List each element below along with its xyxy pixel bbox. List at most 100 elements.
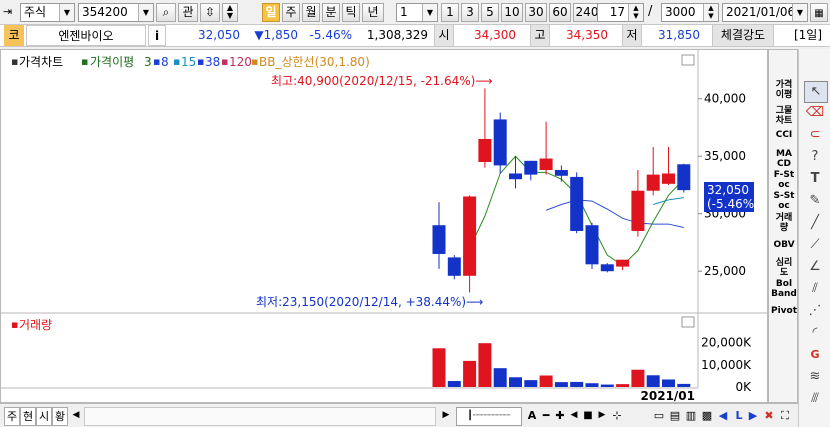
volume-bar[interactable] [554, 382, 568, 387]
fan-tool-icon[interactable]: ⋰ [804, 301, 826, 321]
candle-body[interactable] [585, 225, 599, 265]
scroll-left-icon[interactable]: ◀ [70, 407, 82, 424]
interval-preset-5[interactable]: 5 [481, 3, 499, 22]
sidebar-item-psychology[interactable]: 심리도 [769, 258, 799, 280]
volume-bar[interactable] [432, 348, 446, 387]
volume-bar[interactable] [646, 375, 660, 387]
tab-period-minute[interactable]: 분 [322, 3, 340, 22]
close-icon[interactable]: ✖ [762, 407, 776, 424]
zoom-in-icon[interactable]: ✚ [554, 407, 566, 424]
interval-preset-30[interactable]: 30 [525, 3, 547, 22]
log-scale-icon[interactable]: L [732, 407, 746, 424]
chart-canvas[interactable]: ▪ 가격차트 ▪ 가격이평 3 ▪ 8 ▪ 15 ▪ 38 ▪ 120 ▪ BB… [1, 50, 767, 402]
layout-icon[interactable]: ▥ [684, 407, 698, 424]
sidebar-item-volume[interactable]: 거래량 [769, 213, 799, 235]
sidebar-item-cci[interactable]: CCI [769, 130, 799, 142]
candle-body[interactable] [646, 174, 660, 191]
tab-period-week[interactable]: 주 [282, 3, 300, 22]
volume-bar[interactable] [524, 380, 538, 387]
volume-bar[interactable] [447, 381, 461, 387]
sidebar-item-macd[interactable]: MACD [769, 149, 799, 171]
tab-day-label[interactable]: [1일] [790, 25, 826, 46]
stock-code-input[interactable]: 354200 ▼ [78, 3, 154, 22]
candle-body[interactable] [432, 225, 446, 254]
stock-name[interactable]: 엔젠바이오 [26, 25, 146, 46]
magnet-tool-icon[interactable]: ⊂ [804, 125, 826, 145]
candle-body[interactable] [662, 173, 675, 184]
volume-bar[interactable] [539, 375, 553, 387]
interval-preset-60[interactable]: 60 [549, 3, 571, 22]
tab-period-year[interactable]: 년 [362, 3, 384, 22]
pane-menu-button[interactable] [681, 54, 695, 66]
brush-tool-icon[interactable]: ✎ [804, 191, 826, 211]
interval-select[interactable]: 1 ▼ [396, 3, 438, 22]
candle-body[interactable] [677, 164, 691, 191]
fullscreen-icon[interactable]: ⛶ [778, 407, 792, 424]
candle-body[interactable] [509, 173, 522, 180]
candle-body[interactable] [493, 119, 507, 166]
candle-body[interactable] [478, 138, 492, 162]
volume-bar[interactable] [509, 377, 522, 387]
print-icon[interactable]: ▤ [668, 407, 682, 424]
volume-pane-menu-button[interactable] [681, 316, 695, 328]
volume-bar[interactable] [677, 383, 691, 387]
calendar-button[interactable]: ▦ [810, 3, 828, 22]
prev-icon[interactable]: ◀ [716, 407, 730, 424]
volume-bar[interactable] [478, 343, 492, 387]
date-input[interactable]: 2021/01/06 ▼ [722, 3, 808, 22]
scroll-right-icon[interactable]: ▶ [440, 407, 452, 424]
sidebar-item-f-stoc[interactable]: F-Stoc [769, 170, 799, 192]
sidebar-item-grid-chart[interactable]: 그물차트 [769, 106, 799, 128]
sidebar-item-price-ma[interactable]: 가격이평 [769, 80, 799, 102]
stock-list-button[interactable]: ⇳ [200, 3, 220, 22]
tab-period-month[interactable]: 월 [302, 3, 320, 22]
trendline-tool-icon[interactable]: ⟋ [804, 235, 826, 255]
cycle-tool-icon[interactable]: ≋ [804, 367, 826, 387]
save-icon[interactable]: ▭ [652, 407, 666, 424]
candle-body[interactable] [539, 158, 553, 171]
candle-body[interactable] [524, 160, 538, 175]
horizontal-scrollbar[interactable] [84, 407, 436, 426]
volume-bar[interactable] [631, 369, 645, 387]
first-page-icon[interactable]: ◀ [568, 407, 580, 424]
tab-period-tick[interactable]: 틱 [342, 3, 360, 22]
total-count-input[interactable]: 3000 ▲ ▼ [661, 3, 719, 22]
next-page-icon[interactable]: ▶ [596, 407, 608, 424]
tab-bottom-si[interactable]: 시 [36, 407, 52, 426]
line-tool-icon[interactable]: ╱ [804, 213, 826, 233]
candle-body[interactable] [616, 259, 630, 267]
volume-bar[interactable] [493, 368, 507, 387]
interval-preset-10[interactable]: 10 [501, 3, 523, 22]
chart-panel[interactable]: ▪ 가격차트 ▪ 가격이평 3 ▪ 8 ▪ 15 ▪ 38 ▪ 120 ▪ BB… [0, 49, 768, 403]
sidebar-item-obv[interactable]: OBV [769, 240, 799, 252]
login-icon[interactable]: ⇥ [3, 5, 17, 19]
speed-line-tool-icon[interactable]: ⫻ [804, 389, 826, 409]
text-tool-icon[interactable]: T [804, 169, 826, 189]
candle-body[interactable] [554, 170, 568, 176]
interval-preset-1[interactable]: 1 [441, 3, 459, 22]
zoom-out-icon[interactable]: ━ [540, 407, 552, 424]
stepper-button[interactable]: ▲ ▼ [222, 3, 238, 22]
angle-tool-icon[interactable]: ∠ [804, 257, 826, 277]
stop-icon[interactable]: ■ [582, 407, 594, 424]
tab-bottom-hwang[interactable]: 황 [52, 407, 68, 426]
market-type-select[interactable]: 주식 ▼ [20, 3, 75, 22]
tab-period-day[interactable]: 일 [262, 3, 280, 22]
candle-body[interactable] [447, 257, 461, 276]
gwan-button[interactable]: 관 [178, 3, 198, 22]
crosshair-icon[interactable]: ⊹ [610, 407, 624, 424]
tab-bottom-hyeon[interactable]: 현 [20, 407, 36, 426]
candle-body[interactable] [600, 264, 614, 272]
candle-body[interactable] [463, 196, 477, 276]
next-icon[interactable]: ▶ [746, 407, 760, 424]
arc-tool-icon[interactable]: ◜ [804, 323, 826, 343]
pointer-tool-icon[interactable]: ↖ [804, 81, 828, 103]
sidebar-item-pivot[interactable]: Pivot [769, 306, 799, 318]
volume-bar[interactable] [662, 379, 675, 387]
settings-icon[interactable]: ▩ [700, 407, 714, 424]
volume-bar[interactable] [463, 360, 477, 387]
sidebar-item-bol-band[interactable]: Bol Band [769, 279, 799, 301]
eraser-tool-icon[interactable]: ⌫ [804, 103, 826, 123]
channel-tool-icon[interactable]: ⫽ [804, 279, 826, 299]
info-button[interactable]: i [148, 25, 166, 46]
